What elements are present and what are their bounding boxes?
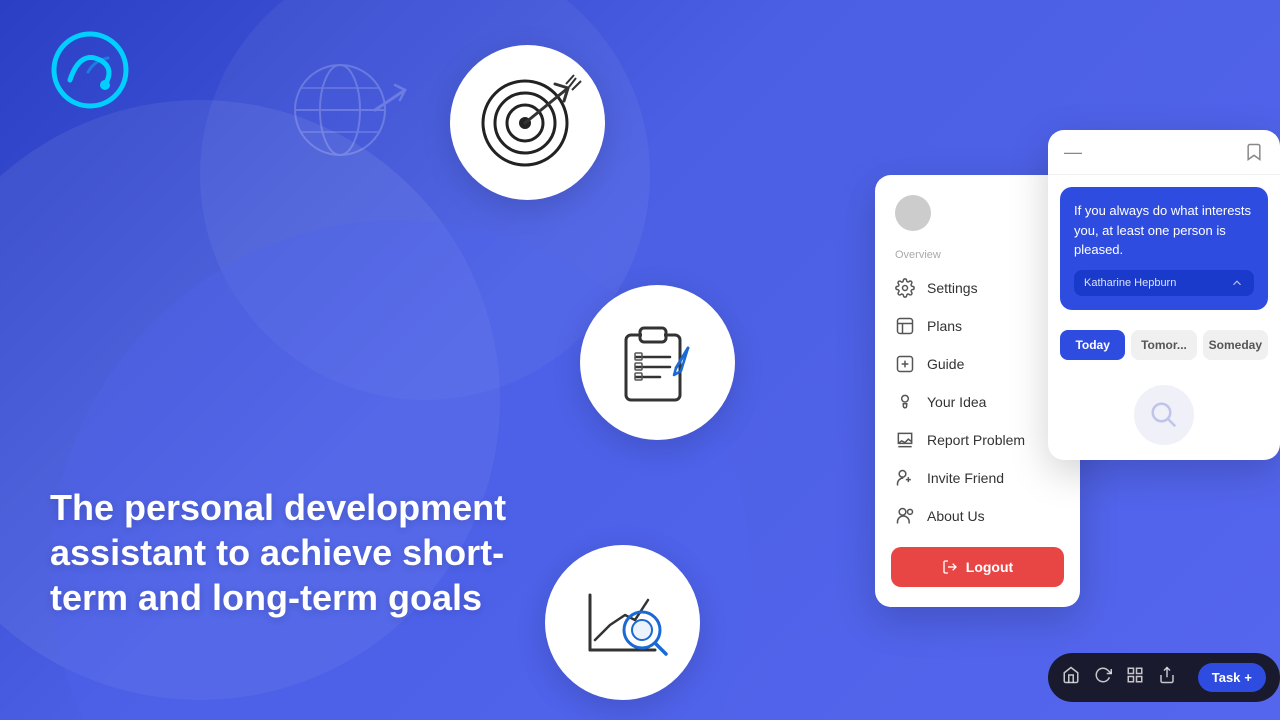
sidebar-item-about-us[interactable]: About Us	[875, 497, 1080, 535]
settings-label: Settings	[927, 280, 978, 296]
headline: The personal development assistant to ac…	[50, 485, 520, 620]
task-button[interactable]: Task +	[1198, 663, 1266, 692]
task-label: Task	[1212, 670, 1241, 685]
guide-icon	[895, 354, 915, 374]
home-icon[interactable]	[1062, 666, 1080, 689]
target-icon-circle	[450, 45, 605, 200]
chat-panel: — If you always do what interests you, a…	[1048, 130, 1280, 460]
chat-search-area	[1048, 370, 1280, 460]
chat-tabs: Today Tomor... Someday	[1048, 322, 1280, 370]
settings-icon	[895, 278, 915, 298]
minimize-icon[interactable]: —	[1064, 143, 1082, 161]
grid-icon[interactable]	[1126, 666, 1144, 689]
search-magnifier-icon	[1134, 385, 1194, 445]
guide-label: Guide	[927, 356, 964, 372]
report-problem-label: Report Problem	[927, 432, 1025, 448]
chart-icon-circle	[545, 545, 700, 700]
logout-label: Logout	[966, 559, 1013, 575]
share-icon[interactable]	[1158, 666, 1176, 689]
logout-button[interactable]: Logout	[891, 547, 1064, 587]
tab-tomorrow[interactable]: Tomor...	[1131, 330, 1196, 360]
quote-author: Katharine Hepburn	[1084, 277, 1176, 289]
chevron-up-icon[interactable]	[1230, 276, 1244, 290]
invite-friend-label: Invite Friend	[927, 470, 1004, 486]
task-plus: +	[1244, 670, 1252, 685]
quote-author-bar: Katharine Hepburn	[1074, 270, 1254, 296]
refresh-icon[interactable]	[1094, 666, 1112, 689]
clipboard-icon-circle	[580, 285, 735, 440]
plans-label: Plans	[927, 318, 962, 334]
logout-icon	[942, 559, 958, 575]
quote-text: If you always do what interests you, at …	[1074, 201, 1254, 260]
search-icon	[1149, 400, 1179, 430]
report-icon	[895, 430, 915, 450]
deco-globe	[290, 60, 410, 160]
chat-bookmark-icon[interactable]	[1244, 142, 1264, 162]
bottom-toolbar: Task +	[1048, 653, 1280, 702]
about-us-label: About Us	[927, 508, 985, 524]
plans-icon	[895, 316, 915, 336]
your-idea-label: Your Idea	[927, 394, 986, 410]
tab-someday[interactable]: Someday	[1203, 330, 1268, 360]
chat-header: —	[1048, 130, 1280, 175]
about-icon	[895, 506, 915, 526]
app-logo[interactable]	[50, 30, 130, 110]
invite-icon	[895, 468, 915, 488]
tab-today[interactable]: Today	[1060, 330, 1125, 360]
chat-quote: If you always do what interests you, at …	[1060, 187, 1268, 310]
idea-icon	[895, 392, 915, 412]
sidebar-avatar	[895, 195, 931, 231]
toolbar-icons	[1062, 666, 1176, 689]
sidebar-item-invite-friend[interactable]: Invite Friend	[875, 459, 1080, 497]
